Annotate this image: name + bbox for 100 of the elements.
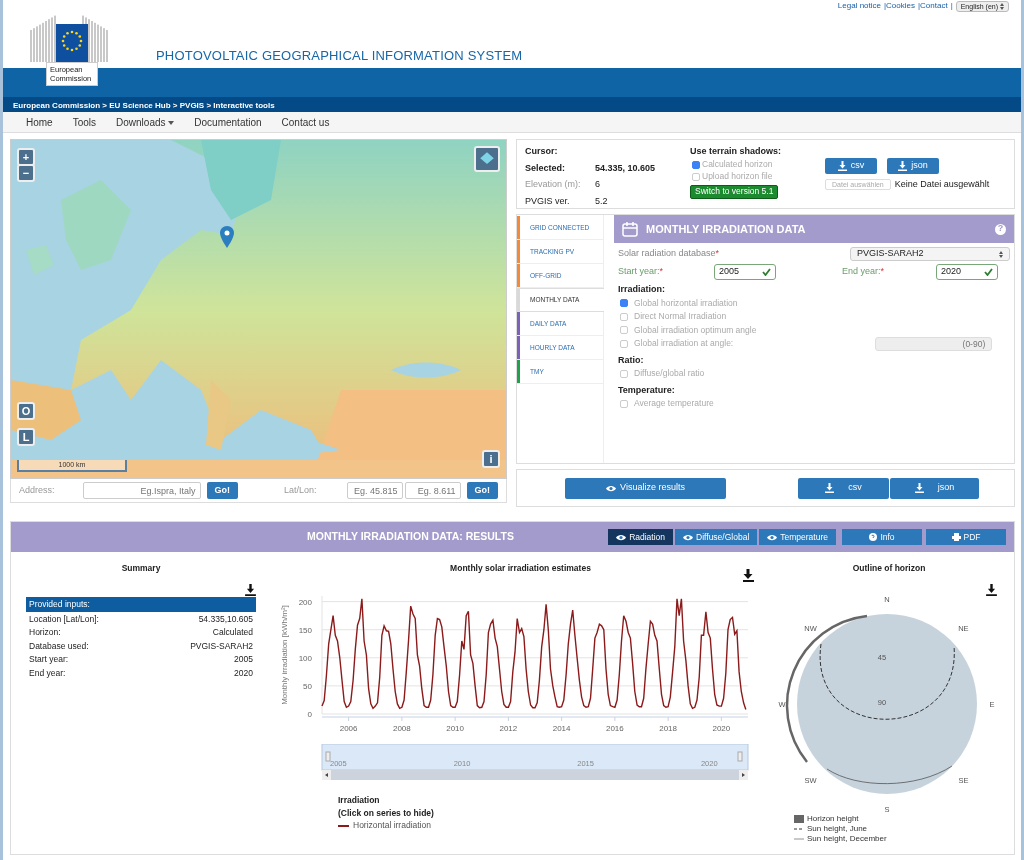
site-title: PHOTOVOLTAIC GEOGRAPHICAL INFORMATION SYSTEM	[156, 47, 523, 65]
summary-title: Summary	[120, 562, 162, 575]
legend-item[interactable]: Horizontal irradiation	[338, 819, 763, 832]
summary-header: Provided inputs:	[26, 596, 256, 612]
zoom-in-button[interactable]: +	[17, 148, 35, 166]
nav-link[interactable]: Downloads	[106, 111, 185, 133]
angle-field[interactable]: (0-90)	[875, 336, 993, 351]
summary-value: PVGIS-SARAH2	[190, 639, 253, 651]
select-arrows-icon	[1000, 3, 1004, 11]
switch-version-button[interactable]: Switch to version 5.1	[690, 184, 779, 199]
summary-value: 54.335,10.605	[198, 612, 253, 624]
summary-value: 2020	[234, 666, 253, 678]
axis-label: 2018	[659, 723, 677, 733]
checkmark-icon	[984, 268, 993, 276]
option-label: Global horizontal irradiation	[634, 296, 738, 310]
map-info-button[interactable]: i	[482, 450, 500, 468]
csv-button[interactable]: csv	[798, 477, 889, 499]
database-select[interactable]: PVGIS-SARAH2	[850, 247, 1010, 261]
go-button[interactable]: Go!	[466, 482, 499, 499]
top-link[interactable]: |Cookies	[884, 0, 915, 12]
download-button[interactable]: json	[887, 158, 939, 174]
checkbox[interactable]	[620, 369, 628, 378]
layers-icon[interactable]	[474, 146, 500, 172]
summary-label: Horizon:	[29, 626, 61, 638]
results-button[interactable]: Info	[842, 529, 922, 545]
longitude-field[interactable]: Eg. 8.611	[404, 482, 461, 499]
legend-line-icon	[338, 824, 349, 827]
eye-icon	[683, 533, 694, 541]
form-title: MONTHLY IRRADIATION DATA	[646, 221, 806, 237]
visualize-button[interactable]: Visualize results	[565, 477, 726, 499]
address-field[interactable]: Eg.Ispra, Italy	[82, 482, 201, 499]
info-value: 6	[595, 178, 600, 191]
axis-label: 50	[303, 681, 312, 691]
axis-title: Monthly irradiation [kWh/m²]	[280, 604, 289, 705]
breadcrumb: European Commission > EU Science Hub > PVGIS > Interactive tools	[3, 97, 1021, 112]
legend-item[interactable]: Sun height, December	[794, 833, 887, 844]
section-heading: Temperature:	[618, 383, 676, 397]
axis-label: 2014	[552, 723, 571, 733]
map-marker-icon[interactable]	[220, 226, 234, 248]
go-button[interactable]: Go!	[206, 482, 239, 499]
info-label: Elevation (m):	[525, 178, 582, 191]
checkbox[interactable]	[620, 399, 628, 408]
legend-swatch-icon	[794, 814, 804, 823]
section-heading: Irradiation:	[618, 283, 666, 296]
view-tab[interactable]: Diffuse/Global	[675, 529, 758, 545]
info-label: Selected:	[525, 161, 567, 175]
cursor-label: Cursor:	[525, 145, 559, 158]
start-year-field[interactable]: 2005	[714, 264, 776, 280]
nav-link[interactable]: Home	[16, 111, 63, 133]
download-button[interactable]: csv	[825, 158, 877, 174]
nav-link[interactable]: Tools	[62, 111, 107, 133]
axis-label: 2012	[499, 723, 518, 733]
checkbox[interactable]	[620, 312, 628, 321]
checkbox[interactable]	[692, 160, 700, 169]
results-title: MONTHLY IRRADIATION DATA: RESULTS	[307, 529, 514, 545]
checkmark-icon	[762, 268, 771, 276]
section-heading: Ratio:	[618, 353, 645, 367]
results-button[interactable]: PDF	[926, 529, 1006, 545]
summary-value: 2005	[234, 653, 253, 665]
checkbox[interactable]	[620, 326, 628, 335]
top-link[interactable]: Legal notice	[837, 0, 881, 12]
axis-label: 100	[298, 653, 312, 663]
eye-icon	[606, 484, 617, 492]
nav-link[interactable]: Contact us	[271, 111, 340, 133]
field-label: Address:	[19, 483, 55, 497]
summary-value: Calculated	[212, 626, 253, 638]
checkbox[interactable]	[620, 339, 628, 348]
nav-link[interactable]: Documentation	[184, 111, 272, 133]
zoom-out-button[interactable]: −	[17, 164, 35, 182]
map-tool-button[interactable]: O	[17, 402, 35, 420]
axis-label: 2020	[712, 723, 731, 733]
option-label: Global irradiation optimum angle	[634, 323, 757, 337]
checkbox[interactable]	[692, 172, 700, 181]
field-label: Lat/Lon:	[284, 483, 317, 497]
option-label: Calculated horizon	[702, 158, 773, 171]
end-year-field[interactable]: 2020	[936, 264, 998, 280]
field-label: End year:*	[842, 265, 886, 279]
eye-icon	[767, 533, 778, 541]
checkbox[interactable]	[620, 299, 628, 308]
legend-item[interactable]: Sun height, June	[794, 823, 868, 834]
latitude-field[interactable]: Eg. 45.815	[346, 482, 403, 499]
option-label: Upload horizon file	[702, 170, 773, 183]
option-label: Diffuse/global ratio	[634, 367, 705, 381]
download-icon	[914, 483, 924, 493]
map-tool-button[interactable]: L	[17, 428, 35, 446]
view-tab[interactable]: Temperature	[759, 529, 836, 545]
download-icon[interactable]	[743, 568, 754, 582]
view-tab[interactable]: Radiation	[608, 529, 674, 545]
download-icon	[898, 161, 908, 171]
axis-label: 2010	[446, 723, 464, 733]
download-icon	[837, 161, 847, 171]
select-arrows-icon	[999, 250, 1003, 258]
legend-item[interactable]: Horizon height	[794, 813, 859, 824]
section-heading: Use terrain shadows:	[690, 145, 783, 158]
summary-label: Location [Lat/Lon]:	[29, 612, 99, 624]
top-link[interactable]: |Contact	[917, 0, 948, 12]
download-icon	[245, 583, 256, 596]
axis-label: 2006	[339, 723, 358, 733]
json-button[interactable]: json	[890, 477, 979, 499]
chart-title: Outline of horizon	[851, 562, 927, 575]
